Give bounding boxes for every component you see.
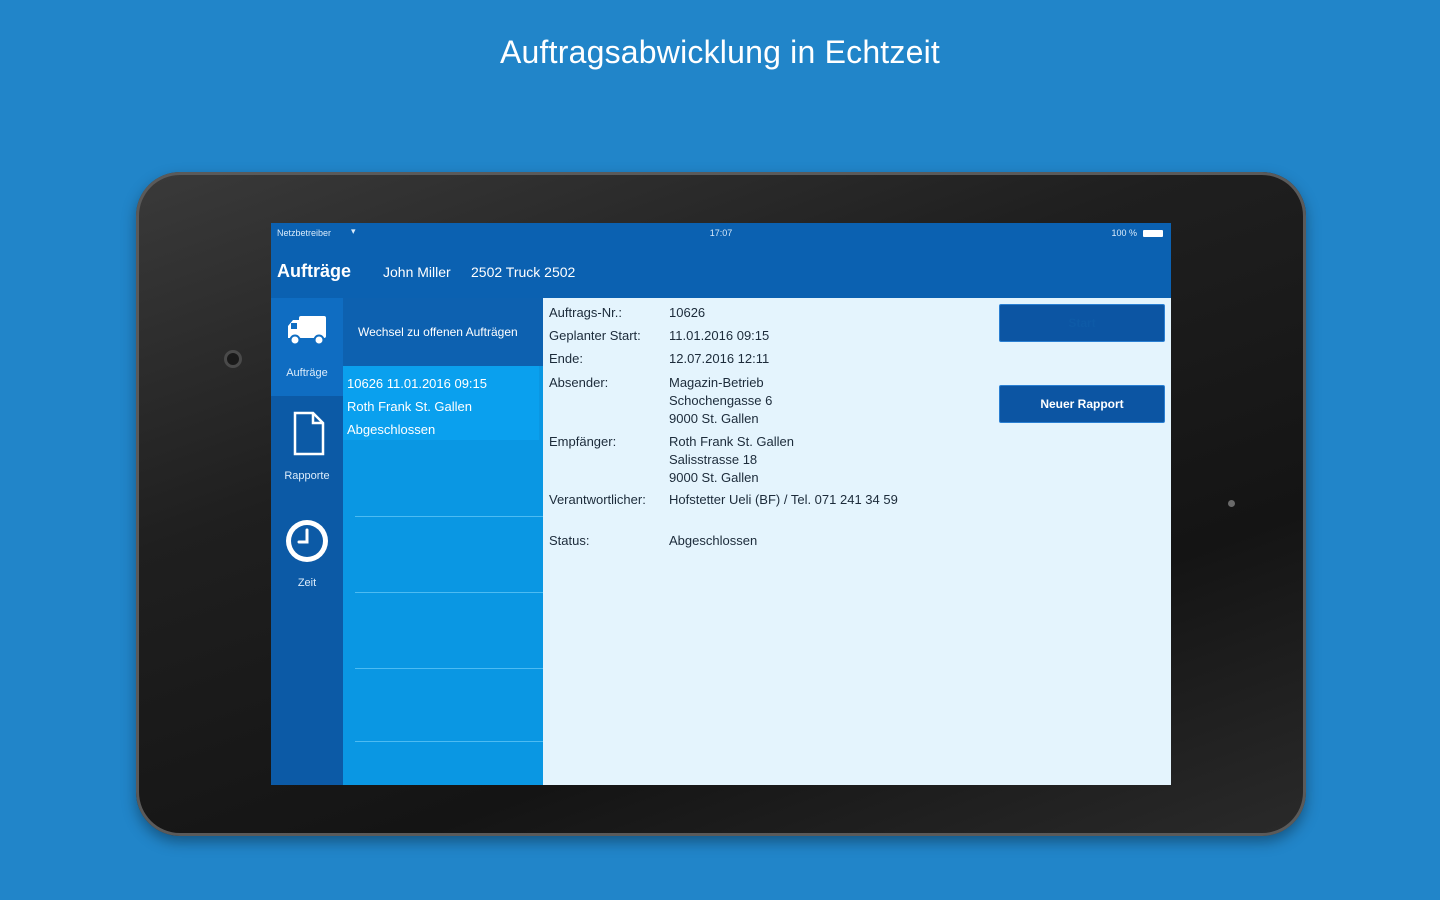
list-item-line3: Abgeschlossen: [347, 422, 436, 437]
start-button[interactable]: Start: [999, 304, 1165, 342]
user-name: John Miller: [383, 264, 451, 280]
document-icon: [293, 411, 325, 456]
recipient-label: Empfänger:: [549, 434, 617, 449]
sender-line: 9000 St. Gallen: [669, 411, 759, 426]
list-separator: [355, 668, 543, 669]
sender-line: Schochengasse 6: [669, 393, 773, 408]
sender-line: Magazin-Betrieb: [669, 375, 764, 390]
nav-bar: Aufträge John Miller 2502 Truck 2502: [271, 243, 1171, 298]
battery-level: 100 %: [1111, 228, 1137, 238]
list-item-line2: Roth Frank St. Gallen: [347, 399, 472, 414]
list-separator: [355, 592, 543, 593]
responsible-label: Verantwortlicher:: [549, 492, 646, 507]
order-list: Wechsel zu offenen Aufträgen 10626 11.01…: [343, 298, 543, 785]
tab-zeit-label: Zeit: [297, 577, 317, 589]
camera-icon: [224, 350, 242, 368]
list-separator: [355, 741, 543, 742]
tab-auftraege[interactable]: Aufträge: [271, 298, 343, 396]
recipient-line: Roth Frank St. Gallen: [669, 434, 794, 449]
recipient-line: 9000 St. Gallen: [669, 470, 759, 485]
list-item-line1: 10626 11.01.2016 09:15: [347, 376, 488, 391]
order-no-label: Auftrags-Nr.:: [549, 305, 622, 320]
status-label: Status:: [549, 533, 590, 548]
end-label: Ende:: [549, 351, 583, 366]
recipient-value: Roth Frank St. Gallen Salisstrasse 18 90…: [669, 433, 794, 487]
new-report-button[interactable]: Neuer Rapport: [999, 385, 1165, 423]
truck-icon: [288, 316, 326, 346]
headline: Auftragsabwicklung in Echtzeit: [500, 34, 940, 70]
clock-icon: [286, 520, 328, 562]
list-separator: [355, 516, 543, 517]
status-time: 17:07: [709, 228, 733, 238]
sender-label: Absender:: [549, 375, 609, 390]
sensor-dot: [1228, 500, 1235, 507]
page-title: Aufträge: [277, 261, 352, 281]
sender-value: Magazin-Betrieb Schochengasse 6 9000 St.…: [669, 374, 772, 428]
tab-rapporte[interactable]: Rapporte: [271, 396, 343, 494]
order-detail: Auftrags-Nr.: 10626 Geplanter Start: 11.…: [543, 298, 1171, 785]
recipient-line: Salisstrasse 18: [669, 452, 758, 467]
tab-zeit[interactable]: Zeit: [271, 503, 343, 601]
status-value: Abgeschlossen: [669, 533, 758, 548]
planned-start-label: Geplanter Start:: [549, 328, 641, 343]
switch-open-orders-button[interactable]: Wechsel zu offenen Aufträgen: [343, 298, 543, 366]
vehicle-name: 2502 Truck 2502: [471, 264, 576, 280]
tab-rapporte-label: Rapporte: [284, 470, 330, 482]
order-no-value: 10626: [669, 305, 706, 320]
planned-start-value: 11.01.2016 09:15: [669, 328, 770, 343]
app-screen: Netzbetreiber ▾ 17:07 100 % Aufträge Joh…: [271, 223, 1171, 785]
list-item[interactable]: 10626 11.01.2016 09:15 Roth Frank St. Ga…: [343, 366, 539, 440]
tab-bar: Aufträge Rapporte Zeit: [271, 298, 343, 785]
tab-auftraege-label: Aufträge: [286, 367, 328, 379]
status-bar: Netzbetreiber ▾ 17:07 100 %: [271, 223, 1171, 243]
end-value: 12.07.2016 12:11: [669, 351, 770, 366]
battery-icon: [1143, 230, 1163, 237]
responsible-value: Hofstetter Ueli (BF) / Tel. 071 241 34 5…: [669, 492, 898, 507]
